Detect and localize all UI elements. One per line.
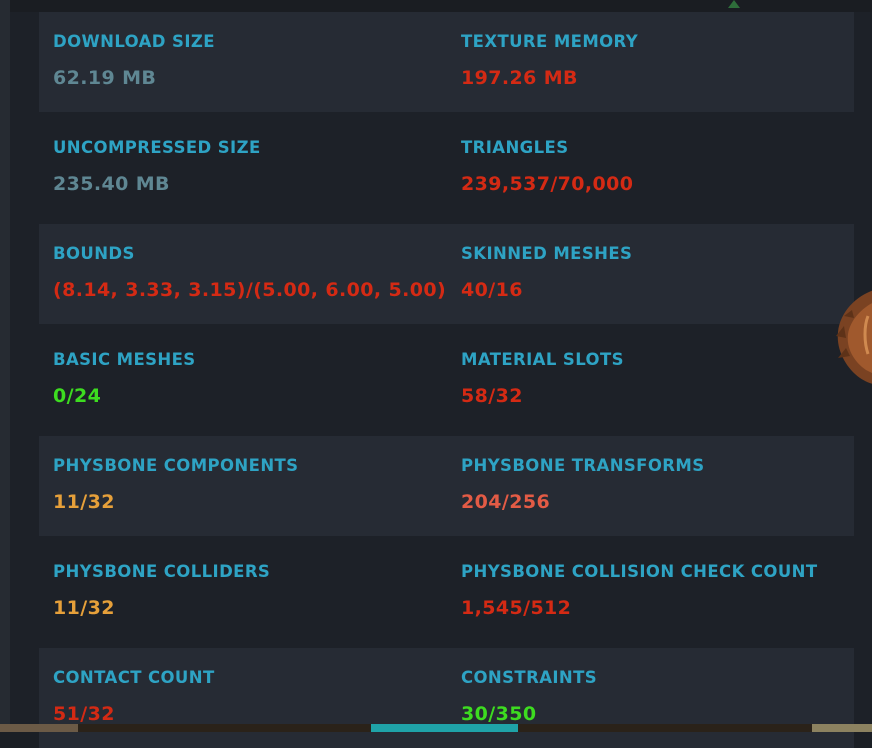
stat-value: (8.14, 3.33, 3.15)/(5.00, 6.00, 5.00) (53, 279, 447, 301)
stat-row: BOUNDS (8.14, 3.33, 3.15)/(5.00, 6.00, 5… (39, 224, 854, 324)
stat-label: PHYSBONE TRANSFORMS (461, 456, 705, 475)
toolbar-segment (0, 724, 78, 732)
stat-value: 62.19 MB (53, 67, 157, 89)
stat-value: 239,537/70,000 (461, 173, 634, 195)
stat-row: PHYSBONE COMPONENTS 11/32 PHYSBONE TRANS… (39, 436, 854, 536)
stat-row: DOWNLOAD SIZE 62.19 MB TEXTURE MEMORY 19… (39, 12, 854, 112)
left-gutter (0, 0, 10, 732)
stat-row: UNCOMPRESSED SIZE 235.40 MB TRIANGLES 23… (39, 118, 854, 218)
toolbar-segment (812, 724, 872, 732)
top-strip (0, 0, 872, 12)
stat-value: 235.40 MB (53, 173, 170, 195)
active-tab-indicator[interactable] (371, 724, 518, 732)
stat-label: PHYSBONE COLLIDERS (53, 562, 271, 581)
stat-row: PHYSBONE COLLIDERS 11/32 PHYSBONE COLLIS… (39, 542, 854, 642)
stat-label: CONSTRAINTS (461, 668, 598, 687)
stat-value: 1,545/512 (461, 597, 572, 619)
stat-label: PHYSBONE COLLISION CHECK COUNT (461, 562, 818, 581)
stat-label: DOWNLOAD SIZE (53, 32, 215, 51)
performance-stats-panel[interactable]: DOWNLOAD SIZE 62.19 MB TEXTURE MEMORY 19… (10, 12, 870, 748)
scroll-marker (728, 0, 740, 8)
stat-value: 30/350 (461, 703, 537, 725)
stat-label: CONTACT COUNT (53, 668, 215, 687)
stat-value: 51/32 (53, 703, 115, 725)
stat-label: BASIC MESHES (53, 350, 196, 369)
stat-label: MATERIAL SLOTS (461, 350, 624, 369)
stat-label: UNCOMPRESSED SIZE (53, 138, 261, 157)
avatar-preview-fragment (836, 290, 872, 384)
stat-value: 40/16 (461, 279, 523, 301)
stat-row: BASIC MESHES 0/24 MATERIAL SLOTS 58/32 (39, 330, 854, 430)
stat-label: TRIANGLES (461, 138, 569, 157)
stat-label: PHYSBONE COMPONENTS (53, 456, 299, 475)
stat-value: 0/24 (53, 385, 102, 407)
stat-value: 204/256 (461, 491, 551, 513)
bottom-toolbar-strip (0, 724, 872, 732)
stat-value: 11/32 (53, 597, 115, 619)
stat-label: TEXTURE MEMORY (461, 32, 639, 51)
stat-row: CONTACT COUNT 51/32 CONSTRAINTS 30/350 (39, 648, 854, 748)
stat-value: 197.26 MB (461, 67, 578, 89)
stat-value: 58/32 (461, 385, 523, 407)
stat-value: 11/32 (53, 491, 115, 513)
stat-label: BOUNDS (53, 244, 135, 263)
stat-label: SKINNED MESHES (461, 244, 633, 263)
